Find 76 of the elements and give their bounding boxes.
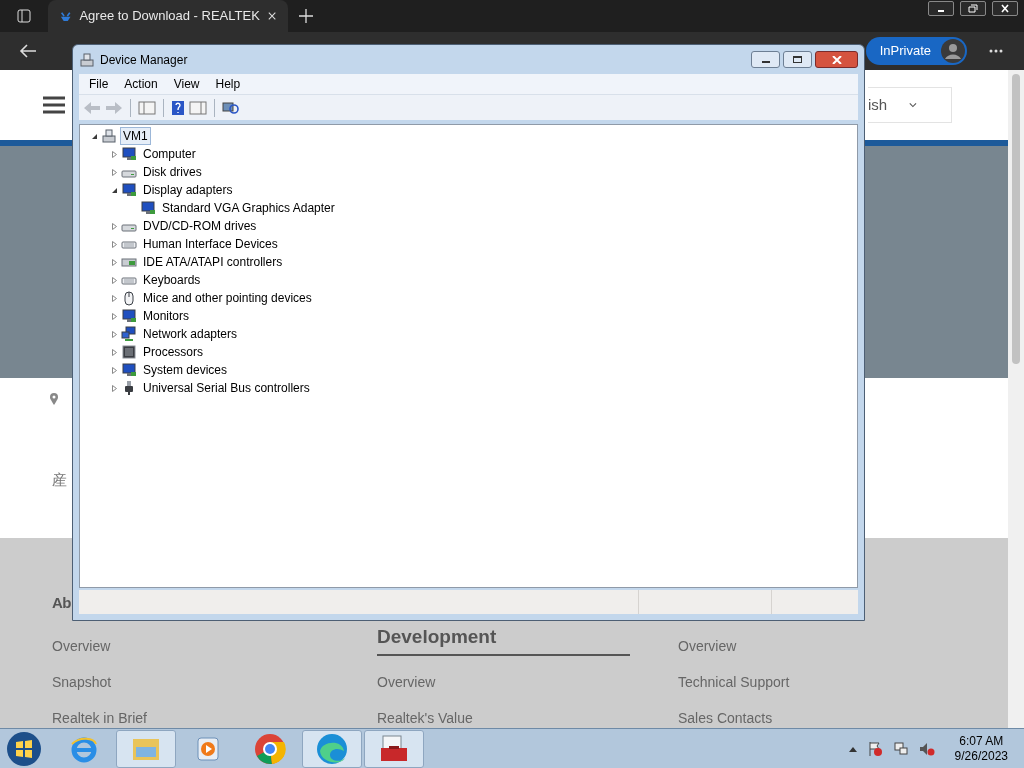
edge-icon[interactable] [316,732,348,765]
tree-item[interactable]: Monitors [140,307,192,325]
tree-item[interactable]: Standard VGA Graphics Adapter [159,199,338,217]
tree-item[interactable]: VM1 [120,127,151,145]
footer-link[interactable]: Sales Contacts [678,708,773,728]
tree-item[interactable]: Disk drives [140,163,205,181]
back-icon[interactable] [19,43,37,59]
help-icon[interactable] [171,99,185,116]
flag-icon[interactable] [866,740,883,757]
network-icon [121,326,137,342]
monitor-icon [140,200,156,216]
more-icon[interactable] [989,49,1003,53]
scrollbar[interactable] [1008,70,1024,728]
chevron-icon [909,102,917,108]
menu-item[interactable]: Help [209,75,247,93]
maximize-button[interactable] [783,51,812,68]
close-button[interactable] [815,51,858,68]
footer-heading: Ab [52,593,71,613]
footer-link[interactable]: Realtek in Brief [52,708,147,728]
footer-heading: Development [377,626,498,648]
location-pin-icon [49,392,59,406]
avatar-icon [941,39,965,63]
computer-icon [101,128,117,144]
restore-icon [968,4,978,13]
close-button[interactable] [992,1,1018,16]
start-button[interactable] [6,730,42,767]
close-icon [1000,4,1010,13]
menu-item[interactable]: File [83,75,115,93]
monitor-icon [121,308,137,324]
footer-link[interactable]: Realtek's Value [377,708,473,728]
tree-item[interactable]: Processors [140,343,207,361]
tree-item[interactable]: DVD/CD-ROM drives [140,217,260,235]
monitor-icon [121,146,137,162]
tree-item[interactable]: Mice and other pointing devices [140,289,315,307]
close-icon[interactable] [267,11,276,21]
menu-icon[interactable] [43,96,65,114]
tab-actions-icon[interactable] [17,9,31,23]
language-select[interactable]: ish [868,87,952,123]
inprivate-badge[interactable]: InPrivate [865,37,967,65]
product-label: 産 [52,470,67,490]
tree-item[interactable]: Network adapters [140,325,241,343]
tree-item[interactable]: Computer [140,145,199,163]
toolbox-icon[interactable] [378,733,410,764]
chip-icon [121,344,137,360]
computer-icon [79,51,95,68]
close-icon [831,55,842,64]
media-player-icon[interactable] [196,735,220,762]
chrome-icon[interactable] [254,732,286,765]
browser-tab[interactable]: Agree to Download - REALTEK [48,0,288,32]
clock[interactable]: 6:07 AM 9/26/2023 [954,733,1008,764]
minimize-button[interactable] [751,51,780,68]
monitor-icon [121,362,137,378]
footer-link[interactable]: Snapshot [52,672,112,692]
scan-icon[interactable] [222,99,240,116]
minimize-button[interactable] [928,1,954,16]
tree-item[interactable]: System devices [140,361,231,379]
menu-item[interactable]: View [167,75,206,93]
footer-link[interactable]: Overview [678,636,737,656]
network-icon[interactable] [892,740,909,757]
tree-item[interactable]: Keyboards [140,271,204,289]
footer-link[interactable]: Technical Support [678,672,790,692]
pane-icon[interactable] [189,100,207,115]
menu-item[interactable]: Action [118,75,164,93]
tab-title: Agree to Download - REALTEK [79,7,260,26]
tree-item[interactable]: Universal Serial Bus controllers [140,379,313,397]
show-hidden-icon[interactable] [848,745,857,752]
tree-item[interactable]: Display adapters [140,181,236,199]
new-tab-icon[interactable] [298,8,314,24]
footer-link[interactable]: Overview [377,672,436,692]
monitor-icon [121,182,137,198]
window-title: Device Manager [100,51,188,69]
restore-button[interactable] [960,1,986,16]
tree-item[interactable]: Human Interface Devices [140,235,281,253]
footer-link[interactable]: Overview [52,636,111,656]
tree-item[interactable]: IDE ATA/ATAPI controllers [140,253,286,271]
pane-icon[interactable] [138,100,156,115]
